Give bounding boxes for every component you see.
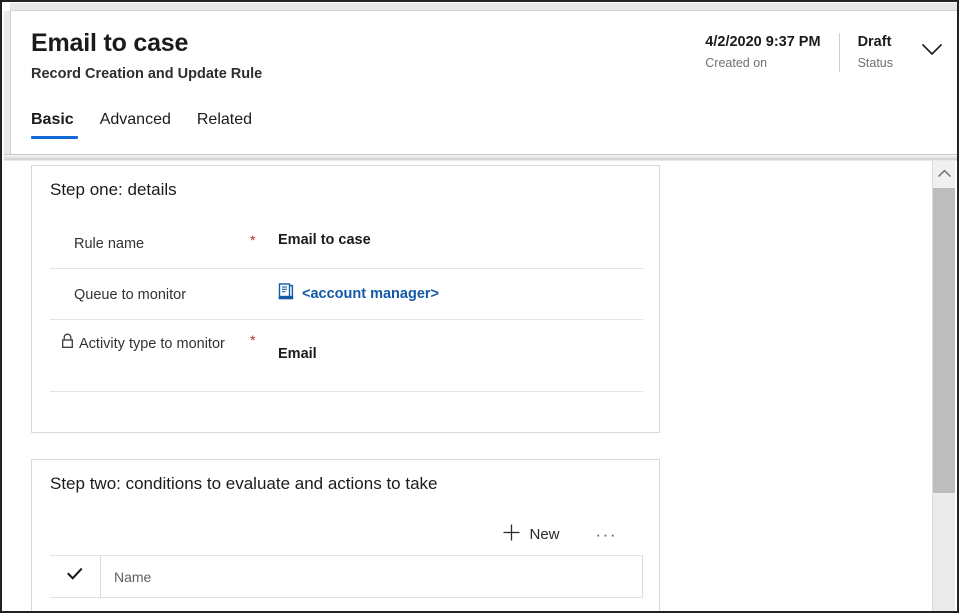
lock-icon (61, 333, 74, 354)
created-on-value: 4/2/2020 9:37 PM (705, 34, 821, 50)
section-title-step-one: Step one: details (50, 180, 177, 199)
chevron-up-icon (937, 165, 951, 183)
field-label-wrap-queue: Queue to monitor (50, 269, 250, 307)
page-title: Email to case (31, 29, 189, 57)
field-value-queue-to-monitor: <account manager> (278, 269, 643, 305)
section-step-two: Step two: conditions to evaluate and act… (31, 459, 660, 611)
status-badge: Draft (857, 34, 892, 50)
required-indicator-rule-name: * (250, 232, 256, 248)
field-label-wrap-activity-type: Activity type to monitor (50, 320, 250, 356)
required-indicator-queue (250, 269, 278, 283)
new-button-label: New (529, 526, 560, 543)
ellipsis-icon[interactable]: ··· (586, 526, 627, 543)
form-content-area: Step one: details Rule name * Email to c… (4, 161, 936, 611)
header-separator (4, 154, 957, 161)
select-all-checkbox[interactable] (50, 556, 101, 597)
header-expand-button[interactable] (915, 35, 949, 69)
section-step-one: Step one: details Rule name * Email to c… (31, 165, 660, 433)
section-title-step-two: Step two: conditions to evaluate and act… (50, 474, 438, 493)
subgrid-command-bar: New ··· (50, 514, 643, 556)
field-value-activity-type: Email (278, 346, 317, 362)
tab-related[interactable]: Related (197, 111, 264, 139)
field-row-activity-type: Activity type to monitor * Email (50, 320, 643, 392)
lookup-link-queue[interactable]: <account manager> (302, 286, 439, 302)
scrollbar-track-lower[interactable] (933, 493, 955, 611)
chevron-down-icon (921, 43, 943, 62)
field-value-rule-name[interactable]: Email to case (278, 218, 643, 248)
tab-basic[interactable]: Basic (31, 111, 86, 139)
new-button[interactable]: New (494, 519, 568, 550)
field-row-rule-name: Rule name * Email to case (50, 218, 643, 269)
field-row-queue-to-monitor: Queue to monitor <account manager> (50, 269, 643, 320)
required-indicator-activity-type: * (250, 332, 256, 348)
window-top-strip (10, 3, 957, 11)
status-field: Draft Status (838, 33, 911, 72)
record-type-subtitle: Record Creation and Update Rule (31, 66, 263, 82)
scroll-up-button[interactable] (933, 161, 955, 187)
subgrid-header-row: Name (50, 556, 643, 598)
app-window: Email to case Record Creation and Update… (0, 0, 959, 613)
tab-advanced[interactable]: Advanced (100, 111, 183, 139)
field-label-rule-name: Rule name (74, 236, 145, 252)
created-on-label: Created on (705, 56, 768, 70)
tab-list: Basic Advanced Related (31, 111, 278, 139)
field-label-wrap-rule-name: Rule name (50, 218, 250, 256)
header-meta-group: 4/2/2020 9:37 PM Created on Draft Status (687, 33, 949, 85)
record-header: Email to case Record Creation and Update… (11, 11, 957, 155)
scrollbar-thumb[interactable] (933, 188, 955, 493)
vertical-scrollbar[interactable] (932, 161, 955, 611)
status-label: Status (857, 56, 893, 70)
checkmark-icon (67, 567, 83, 586)
field-label-activity-type: Activity type to monitor (79, 336, 225, 352)
created-on-field: 4/2/2020 9:37 PM Created on (687, 33, 838, 72)
left-rail (4, 11, 11, 154)
plus-icon (502, 523, 521, 546)
field-label-queue-to-monitor: Queue to monitor (74, 287, 187, 303)
column-header-name[interactable]: Name (101, 556, 643, 597)
queue-icon (278, 283, 295, 305)
